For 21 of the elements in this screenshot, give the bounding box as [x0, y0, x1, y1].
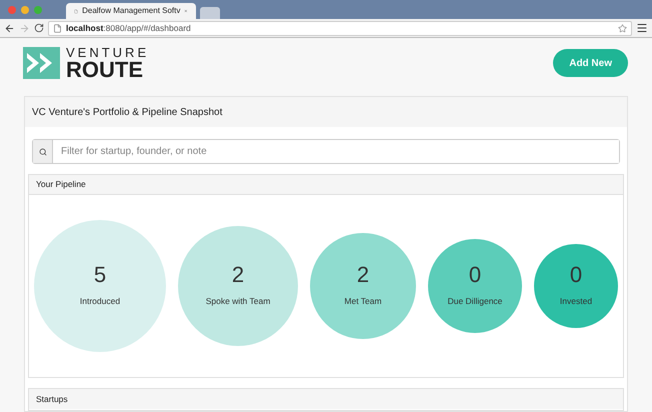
bookmark-star-icon[interactable]: [618, 24, 627, 32]
startups-title: Startups: [29, 389, 623, 409]
new-tab-button[interactable]: [200, 7, 220, 19]
maximize-window-icon[interactable]: [34, 6, 42, 14]
search-field[interactable]: Filter for startup, founder, or note: [32, 139, 620, 164]
minimize-window-icon[interactable]: [21, 6, 29, 14]
page-icon: [53, 24, 62, 32]
panel-title: VC Venture's Portfolio & Pipeline Snapshot: [25, 97, 627, 127]
search-icon: [38, 148, 46, 156]
forward-icon[interactable]: [19, 22, 30, 34]
reload-icon[interactable]: [34, 23, 44, 33]
browser-tab[interactable]: Dealfow Management Softv: [66, 3, 196, 19]
close-window-icon[interactable]: [8, 6, 16, 14]
logo-text: VENTURE: [66, 46, 150, 58]
page-icon: [74, 6, 78, 16]
menu-icon[interactable]: [636, 22, 648, 34]
back-icon[interactable]: [4, 22, 15, 34]
pipeline-title: Your Pipeline: [29, 175, 623, 195]
logo-mark-icon: [23, 47, 60, 79]
address-bar[interactable]: localhost:8080/app/#/dashboard: [48, 20, 632, 36]
logo-text: ROUTE: [66, 58, 143, 80]
